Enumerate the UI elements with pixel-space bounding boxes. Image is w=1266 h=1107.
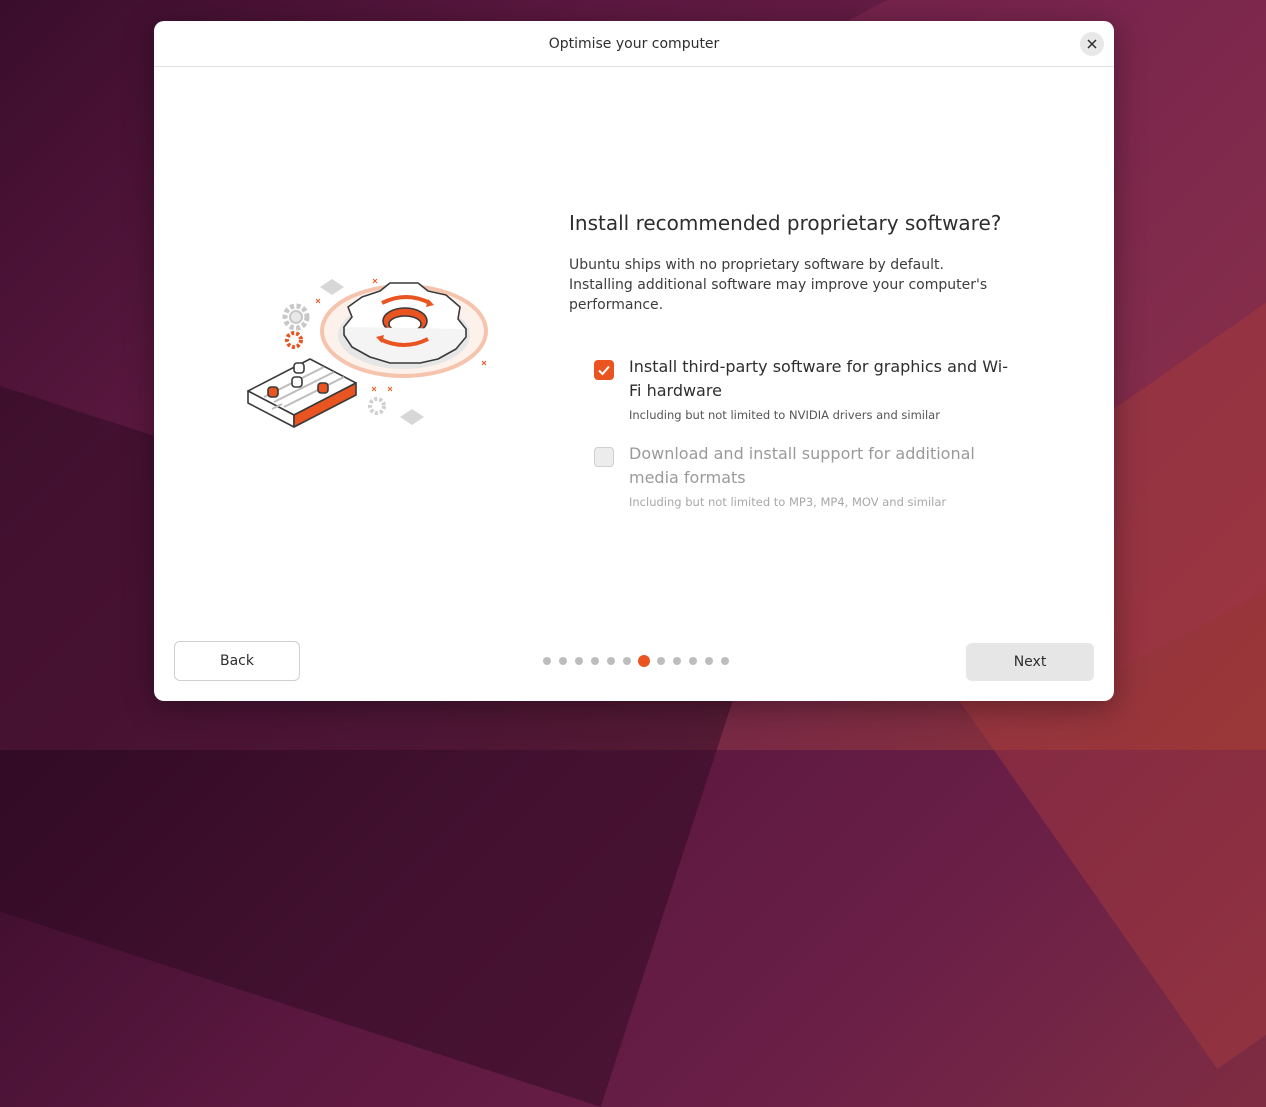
main-content: Install recommended proprietary software… (569, 211, 1009, 529)
option-label: Download and install support for additio… (629, 444, 975, 487)
progress-dot (607, 657, 615, 665)
option-sublabel: Including but not limited to NVIDIA driv… (629, 408, 940, 422)
progress-dot (591, 657, 599, 665)
progress-dot (657, 657, 665, 665)
close-button[interactable] (1080, 32, 1104, 56)
progress-dot (543, 657, 551, 665)
next-button[interactable]: Next (966, 643, 1094, 681)
progress-dot (575, 657, 583, 665)
page-description: Ubuntu ships with no proprietary softwar… (569, 257, 988, 313)
progress-dot (559, 657, 567, 665)
third-party-checkbox[interactable] (594, 360, 614, 380)
media-formats-checkbox[interactable] (594, 447, 614, 467)
title-bar: Optimise your computer (154, 21, 1114, 67)
progress-dot (705, 657, 713, 665)
back-button[interactable]: Back (174, 641, 300, 681)
gear-settings-illustration (247, 278, 488, 428)
option-sublabel: Including but not limited to MP3, MP4, M… (629, 495, 947, 509)
installer-window: Optimise your computer Install recommend… (154, 21, 1114, 701)
progress-dot (689, 657, 697, 665)
page-heading: Install recommended proprietary software… (569, 211, 1002, 235)
option-third-party-software[interactable]: Install third-party software for graphic… (569, 355, 1009, 422)
option-label: Install third-party software for graphic… (629, 357, 1008, 400)
progress-dot-current (638, 655, 650, 667)
progress-dots (539, 655, 733, 667)
checkmark-icon (598, 365, 610, 376)
progress-dot (721, 657, 729, 665)
progress-dot (623, 657, 631, 665)
option-media-formats[interactable]: Download and install support for additio… (569, 442, 1009, 509)
window-title: Optimise your computer (548, 35, 720, 52)
close-icon (1087, 39, 1097, 49)
progress-dot (673, 657, 681, 665)
